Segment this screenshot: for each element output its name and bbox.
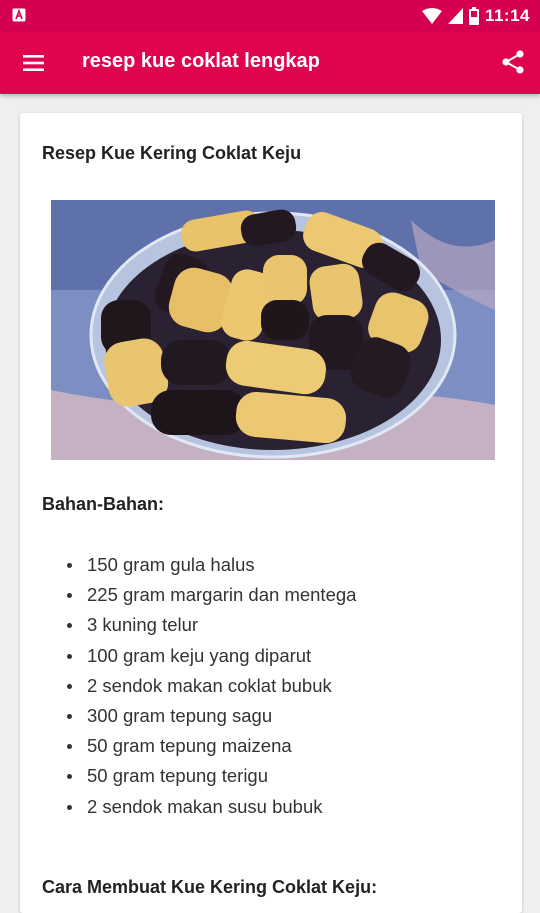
list-item: 150 gram gula halus	[42, 550, 356, 580]
method-heading: Cara Membuat Kue Kering Coklat Keju:	[42, 877, 378, 897]
app-title: resep kue coklat lengkap	[82, 50, 320, 72]
recipe-card: Resep Kue Kering Coklat Keju Bahan-Bahan…	[20, 113, 522, 913]
status-bar: 11:14	[0, 0, 540, 32]
ingredients-heading: Bahan-Bahan:	[42, 494, 165, 514]
battery-icon	[468, 7, 479, 25]
list-item: 2 sendok makan susu bubuk	[42, 792, 356, 822]
signal-icon	[447, 8, 463, 24]
list-item: 50 gram tepung terigu	[42, 761, 356, 791]
menu-icon[interactable]	[22, 51, 46, 75]
list-item: 50 gram tepung maizena	[42, 731, 356, 761]
recipe-title: Resep Kue Kering Coklat Keju	[42, 143, 302, 163]
share-icon[interactable]	[500, 49, 526, 75]
list-item: 100 gram keju yang diparut	[42, 641, 356, 671]
app-bar: resep kue coklat lengkap	[0, 32, 540, 94]
status-indicators: 11:14	[421, 6, 530, 26]
status-time: 11:14	[484, 6, 530, 25]
list-item: 300 gram tepung sagu	[42, 701, 356, 731]
notification-icon	[12, 8, 26, 22]
list-item: 2 sendok makan coklat bubuk	[42, 671, 356, 701]
recipe-image	[51, 200, 495, 460]
list-item: 3 kuning telur	[42, 610, 356, 640]
list-item: 225 gram margarin dan mentega	[42, 580, 356, 610]
wifi-icon	[421, 8, 442, 24]
ingredients-list: 150 gram gula halus 225 gram margarin da…	[42, 550, 356, 822]
